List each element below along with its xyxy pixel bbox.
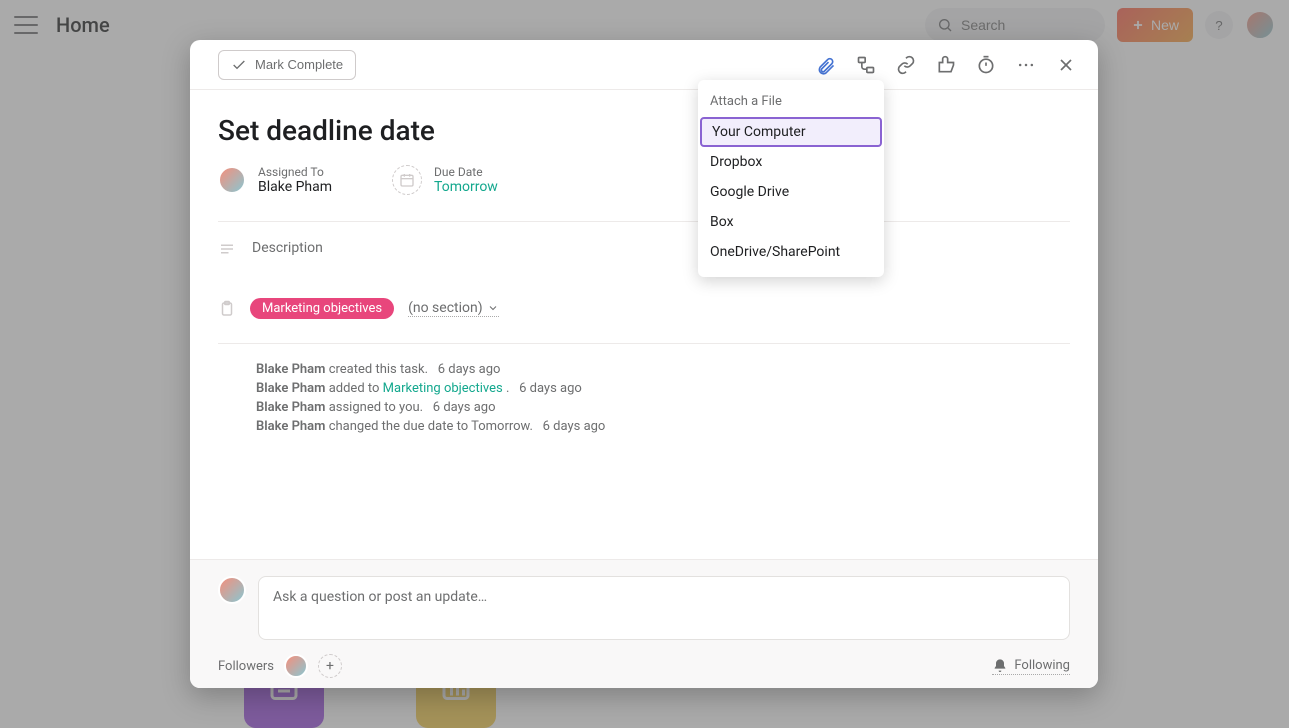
divider-2 — [218, 343, 1070, 344]
assigned-to[interactable]: Assigned To Blake Pham — [218, 165, 332, 195]
calendar-icon — [392, 165, 422, 195]
history-who: Blake Pham — [256, 381, 325, 396]
task-history: Blake Pham created this task. 6 days ago… — [218, 362, 1070, 434]
modal-body: Set deadline date Assigned To Blake Pham… — [190, 90, 1098, 559]
dropdown-item-box[interactable]: Box — [698, 207, 884, 237]
description-icon — [218, 240, 238, 258]
dropdown-item-onedrive[interactable]: OneDrive/SharePoint — [698, 237, 884, 267]
project-row: Marketing objectives (no section) — [218, 298, 1070, 319]
meta-row: Assigned To Blake Pham Due Date Tomorrow — [218, 165, 1070, 195]
comment-area: Ask a question or post an update… Follow… — [190, 559, 1098, 688]
history-who: Blake Pham — [256, 362, 325, 377]
history-action: added to — [329, 381, 380, 396]
history-when: 6 days ago — [433, 400, 496, 415]
due-date[interactable]: Due Date Tomorrow — [392, 165, 498, 195]
link-icon[interactable] — [894, 53, 918, 77]
header-actions — [814, 53, 1078, 77]
history-action: assigned to you. — [329, 400, 423, 415]
followers-row: Followers + Following — [218, 654, 1070, 678]
more-icon[interactable] — [1014, 53, 1038, 77]
description-placeholder: Description — [252, 240, 323, 258]
modal-header: Mark Complete — [190, 40, 1098, 90]
mark-complete-button[interactable]: Mark Complete — [218, 50, 356, 80]
project-pill[interactable]: Marketing objectives — [250, 298, 394, 319]
dropdown-title: Attach a File — [698, 90, 884, 117]
task-modal: Mark Complete — [190, 40, 1098, 688]
followers-label: Followers — [218, 659, 274, 674]
timer-icon[interactable] — [974, 53, 998, 77]
section-label: (no section) — [408, 300, 483, 316]
dropdown-item-dropbox[interactable]: Dropbox — [698, 147, 884, 177]
task-title[interactable]: Set deadline date — [218, 114, 1070, 147]
due-label: Due Date — [434, 165, 498, 179]
history-action: changed the due date to Tomorrow. — [329, 419, 533, 434]
comment-placeholder: Ask a question or post an update… — [273, 589, 487, 605]
following-label: Following — [1014, 658, 1070, 673]
divider — [218, 221, 1070, 222]
history-item: Blake Pham added to Marketing objectives… — [256, 381, 1070, 396]
following-toggle[interactable]: Following — [992, 658, 1070, 675]
followers-left: Followers + — [218, 654, 342, 678]
history-when: 6 days ago — [519, 381, 582, 396]
history-when: 6 days ago — [438, 362, 501, 377]
attachment-icon[interactable] — [814, 53, 838, 77]
bell-icon — [992, 658, 1008, 674]
comment-row: Ask a question or post an update… — [218, 576, 1070, 640]
history-item: Blake Pham changed the due date to Tomor… — [256, 419, 1070, 434]
history-who: Blake Pham — [256, 419, 325, 434]
history-action: created this task. — [329, 362, 428, 377]
chevron-down-icon — [487, 302, 499, 314]
follower-avatar[interactable] — [284, 654, 308, 678]
subtask-icon[interactable] — [854, 53, 878, 77]
add-follower-button[interactable]: + — [318, 654, 342, 678]
assignee-avatar — [218, 166, 246, 194]
assigned-value: Blake Pham — [258, 179, 332, 195]
description-field[interactable]: Description — [218, 240, 1070, 258]
history-who: Blake Pham — [256, 400, 325, 415]
close-icon[interactable] — [1054, 53, 1078, 77]
check-icon — [231, 57, 247, 73]
history-link[interactable]: Marketing objectives — [383, 381, 503, 396]
mark-complete-label: Mark Complete — [255, 57, 343, 72]
history-tail: . — [506, 381, 509, 396]
dropdown-item-your-computer[interactable]: Your Computer — [700, 117, 882, 147]
clipboard-icon — [218, 300, 236, 318]
comment-input[interactable]: Ask a question or post an update… — [258, 576, 1070, 640]
section-dropdown[interactable]: (no section) — [408, 300, 499, 317]
assigned-label: Assigned To — [258, 165, 332, 179]
due-value: Tomorrow — [434, 179, 498, 195]
history-item: Blake Pham created this task. 6 days ago — [256, 362, 1070, 377]
commenter-avatar — [218, 576, 246, 604]
history-when: 6 days ago — [543, 419, 606, 434]
dropdown-item-google-drive[interactable]: Google Drive — [698, 177, 884, 207]
thumbs-up-icon[interactable] — [934, 53, 958, 77]
history-item: Blake Pham assigned to you. 6 days ago — [256, 400, 1070, 415]
attach-file-dropdown: Attach a File Your Computer Dropbox Goog… — [698, 80, 884, 277]
